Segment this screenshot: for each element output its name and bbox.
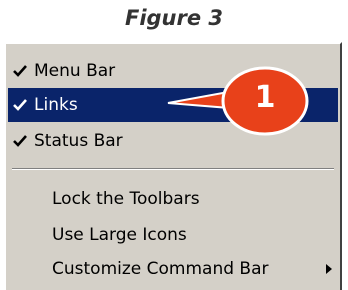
callout-pointer: [167, 66, 309, 136]
callout-number-badge: 1: [254, 80, 276, 115]
